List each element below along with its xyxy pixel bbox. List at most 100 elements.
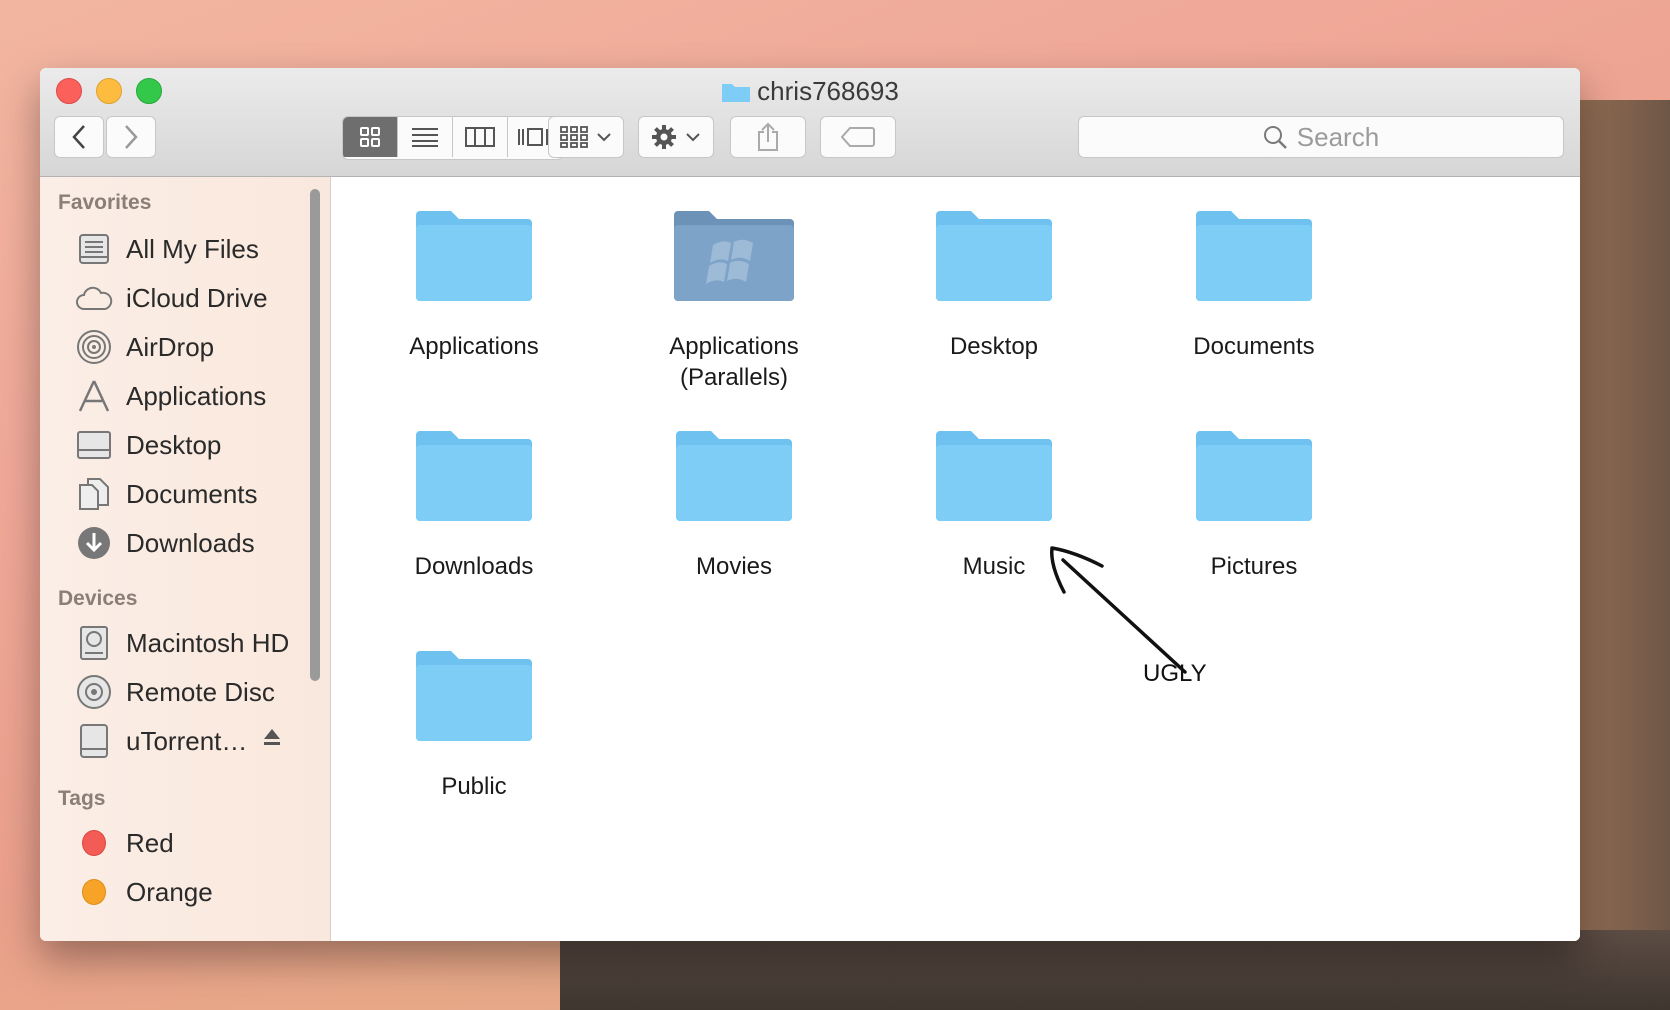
list-icon: [412, 128, 438, 147]
sidebar-item-label: Orange: [126, 876, 213, 907]
folder-icon: [416, 211, 532, 301]
folder-icon: [1196, 431, 1312, 521]
folder-icon: [1196, 211, 1312, 301]
action-button[interactable]: [638, 116, 714, 158]
item-label: Music: [962, 553, 1026, 580]
folder-public[interactable]: Public: [364, 649, 584, 802]
folder-pictures[interactable]: Pictures: [1144, 429, 1364, 582]
sidebar-item-label: All My Files: [126, 233, 259, 264]
column-view-button[interactable]: [453, 117, 508, 157]
edit-tags-button[interactable]: [820, 116, 896, 158]
eject-icon[interactable]: [262, 727, 282, 753]
chevron-down-icon: [686, 133, 700, 142]
folder-icon: [936, 431, 1052, 521]
item-label: Applications (Parallels): [669, 333, 799, 391]
annotation-label: UGLY: [1143, 660, 1207, 687]
red-tag-dot: [82, 830, 106, 856]
chevron-left-icon: [72, 125, 85, 149]
cloud-icon: [74, 280, 114, 316]
sidebar-scrollbar[interactable]: [310, 189, 320, 681]
tag-icon: [841, 127, 875, 147]
forward-button[interactable]: [106, 116, 156, 158]
sidebar-item-label: Downloads: [126, 527, 255, 558]
sidebar-header-favorites: Favorites: [58, 191, 152, 214]
window-title-text: chris768693: [757, 76, 899, 106]
folder-downloads[interactable]: Downloads: [364, 429, 584, 582]
sidebar-item-label: Applications: [126, 380, 267, 411]
search-field[interactable]: Search: [1078, 116, 1564, 158]
file-icon-grid: Applications Applications (Parallels) De…: [332, 177, 1580, 941]
sidebar-item-label: Red: [126, 827, 174, 858]
sidebar-item-label: Desktop: [126, 429, 222, 460]
window-title: chris768693: [40, 76, 1580, 107]
share-icon: [758, 122, 778, 151]
hard-drive-icon: [74, 625, 114, 661]
windows-folder-icon: [674, 211, 794, 301]
sidebar-item-remote-disc[interactable]: Remote Disc: [74, 672, 275, 712]
desktop-icon: [74, 427, 114, 463]
chevron-right-icon: [125, 125, 138, 149]
folder-applications-parallels[interactable]: Applications (Parallels): [624, 209, 844, 393]
item-label: Pictures: [1210, 553, 1298, 580]
sidebar-header-tags: Tags: [58, 787, 106, 810]
item-label: Applications: [409, 333, 539, 360]
view-mode-segment: [342, 116, 563, 160]
folder-icon: [676, 431, 792, 521]
desktop-wallpaper-rock-bottom: [560, 930, 1670, 1010]
sidebar-item-utorrent[interactable]: uTorrent…: [74, 721, 247, 761]
finder-window: chris768693 Search Favorites All My File…: [40, 68, 1580, 941]
external-drive-icon: [74, 723, 114, 759]
downloads-icon: [74, 525, 114, 561]
item-label: Desktop: [949, 333, 1039, 360]
orange-tag-dot: [82, 879, 106, 905]
applications-icon: [74, 378, 114, 414]
icon-view-button[interactable]: [343, 117, 398, 157]
airdrop-icon: [74, 329, 114, 365]
sidebar-item-desktop[interactable]: Desktop: [74, 425, 221, 465]
search-icon: [1263, 126, 1287, 149]
search-placeholder: Search: [1296, 121, 1380, 152]
folder-icon: [416, 431, 532, 521]
folder-desktop[interactable]: Desktop: [884, 209, 1104, 362]
item-label: Documents: [1193, 333, 1315, 360]
sidebar-item-all-my-files[interactable]: All My Files: [74, 229, 259, 269]
sidebar-item-label: iCloud Drive: [126, 282, 268, 313]
folder-music[interactable]: Music: [884, 429, 1104, 582]
folder-movies[interactable]: Movies: [624, 429, 844, 582]
sidebar-item-tag-orange[interactable]: Orange: [74, 872, 213, 912]
folder-icon: [936, 211, 1052, 301]
sidebar-item-airdrop[interactable]: AirDrop: [74, 327, 214, 367]
folder-icon: [722, 84, 751, 102]
sidebar-item-label: AirDrop: [126, 331, 215, 362]
sidebar-item-label: uTorrent…: [126, 725, 248, 756]
sidebar-item-tag-red[interactable]: Red: [74, 823, 174, 863]
chevron-down-icon: [597, 133, 611, 142]
gear-icon: [652, 125, 676, 149]
item-label: Public: [441, 773, 507, 800]
folder-icon: [416, 651, 532, 741]
item-label: Movies: [695, 553, 773, 580]
back-button[interactable]: [54, 116, 104, 158]
sidebar-item-label: Remote Disc: [126, 676, 275, 707]
all-files-icon: [74, 231, 114, 267]
sidebar-item-applications[interactable]: Applications: [74, 376, 266, 416]
sidebar-item-downloads[interactable]: Downloads: [74, 523, 255, 563]
arrange-button[interactable]: [548, 116, 624, 158]
sidebar-item-label: Macintosh HD: [126, 627, 290, 658]
folder-applications[interactable]: Applications: [364, 209, 584, 362]
title-bar: chris768693 Search: [40, 68, 1580, 177]
disc-icon: [74, 674, 114, 710]
sidebar-item-documents[interactable]: Documents: [74, 474, 258, 514]
list-view-button[interactable]: [398, 117, 453, 157]
item-label: Downloads: [414, 553, 534, 580]
sidebar-item-icloud-drive[interactable]: iCloud Drive: [74, 278, 268, 318]
grid-icon: [360, 127, 380, 147]
share-button[interactable]: [730, 116, 806, 158]
sidebar: Favorites All My Files iCloud Drive AirD…: [40, 177, 331, 941]
sidebar-item-macintosh-hd[interactable]: Macintosh HD: [74, 623, 289, 663]
sidebar-item-label: Documents: [126, 478, 258, 509]
documents-icon: [74, 476, 114, 512]
sidebar-header-devices: Devices: [58, 587, 138, 610]
arrange-grid-icon: [560, 126, 588, 148]
folder-documents[interactable]: Documents: [1144, 209, 1364, 362]
